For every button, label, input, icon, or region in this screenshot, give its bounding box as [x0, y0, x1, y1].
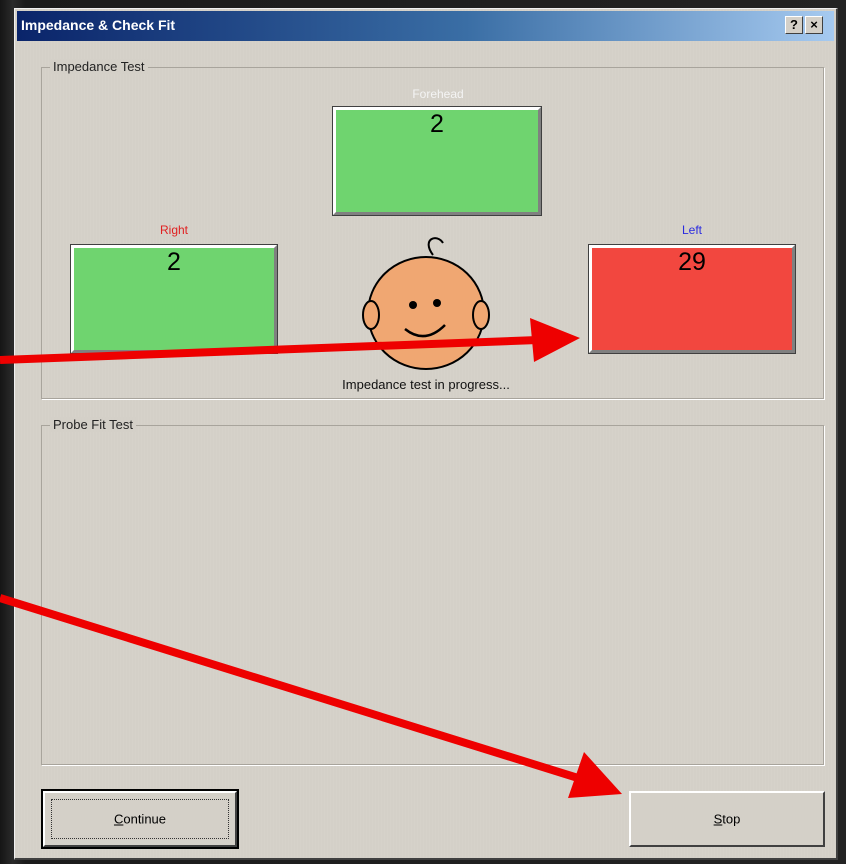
screenshot-background: Impedance & Check Fit ? × Impedance Test…	[0, 0, 846, 864]
impedance-test-label: Impedance Test	[50, 59, 148, 74]
close-button[interactable]: ×	[805, 16, 823, 34]
right-impedance-box: 2	[70, 244, 278, 354]
left-value: 29	[678, 248, 706, 276]
left-caption: Left	[681, 223, 702, 237]
baby-face-icon	[362, 237, 490, 370]
impedance-check-fit-dialog: Impedance & Check Fit ? × Impedance Test…	[14, 8, 838, 860]
continue-label: Continue	[113, 811, 167, 827]
forehead-caption: Forehead	[412, 87, 464, 101]
title-bar: Impedance & Check Fit ? ×	[17, 11, 834, 41]
window-title: Impedance & Check Fit	[21, 17, 176, 33]
left-impedance-box: 29	[588, 244, 796, 354]
forehead-impedance-box: 2	[332, 106, 542, 216]
right-caption: Right	[159, 223, 188, 237]
forehead-value: 2	[430, 110, 444, 138]
probe-fit-test-label: Probe Fit Test	[50, 417, 136, 432]
help-button[interactable]: ?	[785, 16, 803, 34]
probe-fit-test-group: Probe Fit Test	[41, 417, 824, 765]
continue-button[interactable]: Continue	[41, 789, 239, 849]
right-value: 2	[167, 248, 181, 276]
impedance-status-text: Impedance test in progress...	[342, 377, 510, 392]
stop-label: Stop	[713, 811, 741, 827]
stop-button[interactable]: Stop	[629, 791, 825, 847]
